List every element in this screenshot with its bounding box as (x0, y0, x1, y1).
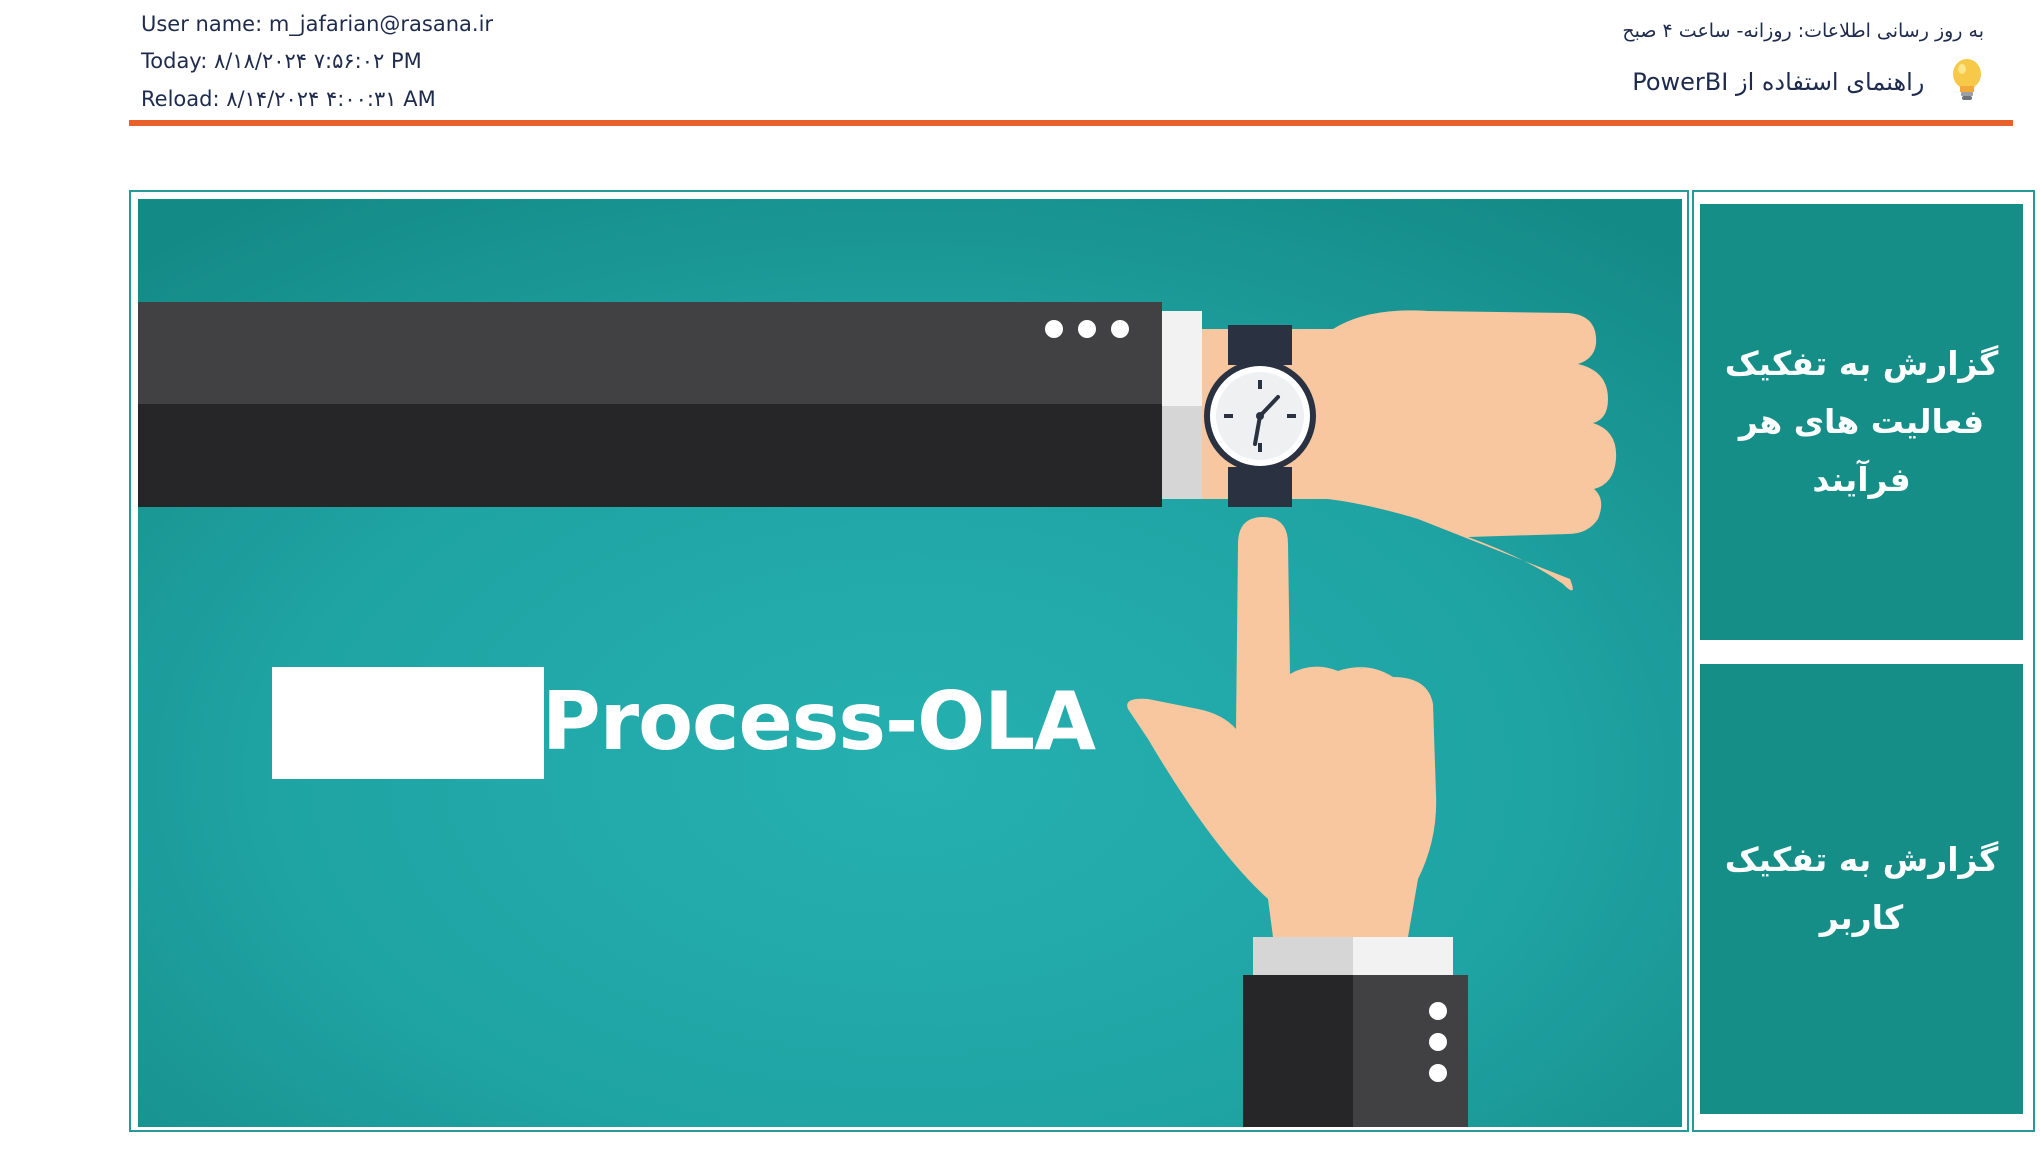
banner-title: Process-OLA (542, 675, 1096, 768)
update-schedule-note: به روز رسانی اطلاعات: روزانه- ساعت ۴ صبح (1622, 20, 1984, 42)
powerbi-guide-label: راهنمای استفاده از PowerBI (1632, 68, 1925, 96)
user-report-label: گزارش به تفکیک کاربر (1724, 840, 1999, 937)
reload-date-text: Reload: ۸/۱۴/۲۰۲۴ ۴:۰۰:۳۱ AM (141, 87, 436, 111)
wrist-watch-illustration (138, 199, 1682, 1127)
activity-report-button[interactable]: گزارش به تفکیک فعالیت های هر فرآیند (1700, 204, 2023, 640)
redacted-logo-box (272, 667, 544, 779)
header-divider (129, 120, 2013, 126)
lightbulb-icon (1950, 58, 1984, 108)
user-name-text: User name: m_jafarian@rasana.ir (141, 12, 494, 36)
powerbi-guide-link[interactable]: راهنمای استفاده از PowerBI (1632, 58, 1984, 108)
today-date-text: Today: ۸/۱۸/۲۰۲۴ ۷:۵۶:۰۲ PM (141, 49, 422, 73)
banner-image: Process-OLA (138, 199, 1682, 1127)
user-report-button[interactable]: گزارش به تفکیک کاربر (1700, 664, 2023, 1114)
activity-report-label: گزارش به تفکیک فعالیت های هر فرآیند (1724, 344, 1999, 499)
